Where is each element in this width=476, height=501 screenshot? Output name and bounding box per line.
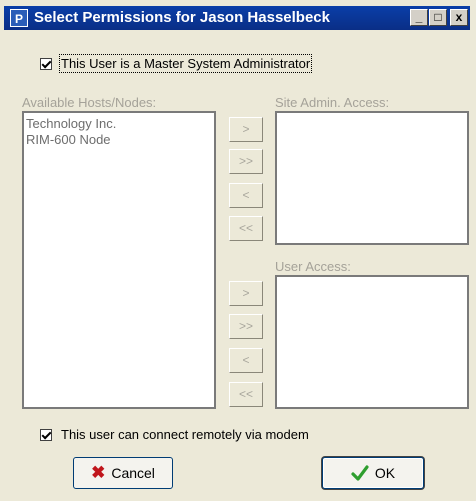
minimize-button[interactable]: _ <box>410 9 428 26</box>
permissions-dialog: P Select Permissions for Jason Hasselbec… <box>0 0 476 501</box>
remove-all-site-admin-button[interactable]: << <box>229 216 263 241</box>
user-access-list[interactable] <box>275 275 469 409</box>
modem-checkbox[interactable]: This user can connect remotely via modem <box>40 427 309 442</box>
add-user-access-button[interactable]: > <box>229 281 263 306</box>
checkmark-icon <box>351 465 369 481</box>
app-icon: P <box>10 9 28 27</box>
title-bar[interactable]: P Select Permissions for Jason Hasselbec… <box>4 6 470 30</box>
cancel-button[interactable]: ✖ Cancel <box>73 457 173 489</box>
ok-button[interactable]: OK <box>322 457 424 489</box>
user-access-label: User Access: <box>275 259 351 274</box>
available-hosts-list[interactable]: Technology Inc. RIM-600 Node <box>22 111 216 409</box>
master-admin-label: This User is a Master System Administrat… <box>58 54 313 73</box>
close-x-icon: ✖ <box>91 463 106 482</box>
site-admin-label: Site Admin. Access: <box>275 95 390 110</box>
site-admin-list[interactable] <box>275 111 469 245</box>
list-item[interactable]: Technology Inc. <box>26 116 212 132</box>
maximize-button[interactable]: □ <box>429 9 447 26</box>
checkbox-checked-icon <box>40 57 52 70</box>
modem-label: This user can connect remotely via modem <box>61 427 309 442</box>
close-button[interactable]: x <box>450 9 468 26</box>
remove-site-admin-button[interactable]: < <box>229 183 263 208</box>
remove-all-user-access-button[interactable]: << <box>229 382 263 407</box>
remove-user-access-button[interactable]: < <box>229 348 263 373</box>
checkbox-checked-icon <box>40 428 52 441</box>
available-hosts-label: Available Hosts/Nodes: <box>22 95 157 110</box>
window-title: Select Permissions for Jason Hasselbeck <box>34 9 330 26</box>
add-all-site-admin-button[interactable]: >> <box>229 149 263 174</box>
cancel-label: Cancel <box>111 465 155 481</box>
add-site-admin-button[interactable]: > <box>229 117 263 142</box>
ok-label: OK <box>374 465 396 481</box>
add-all-user-access-button[interactable]: >> <box>229 314 263 339</box>
master-admin-checkbox[interactable]: This User is a Master System Administrat… <box>40 54 313 73</box>
list-item[interactable]: RIM-600 Node <box>26 132 212 148</box>
